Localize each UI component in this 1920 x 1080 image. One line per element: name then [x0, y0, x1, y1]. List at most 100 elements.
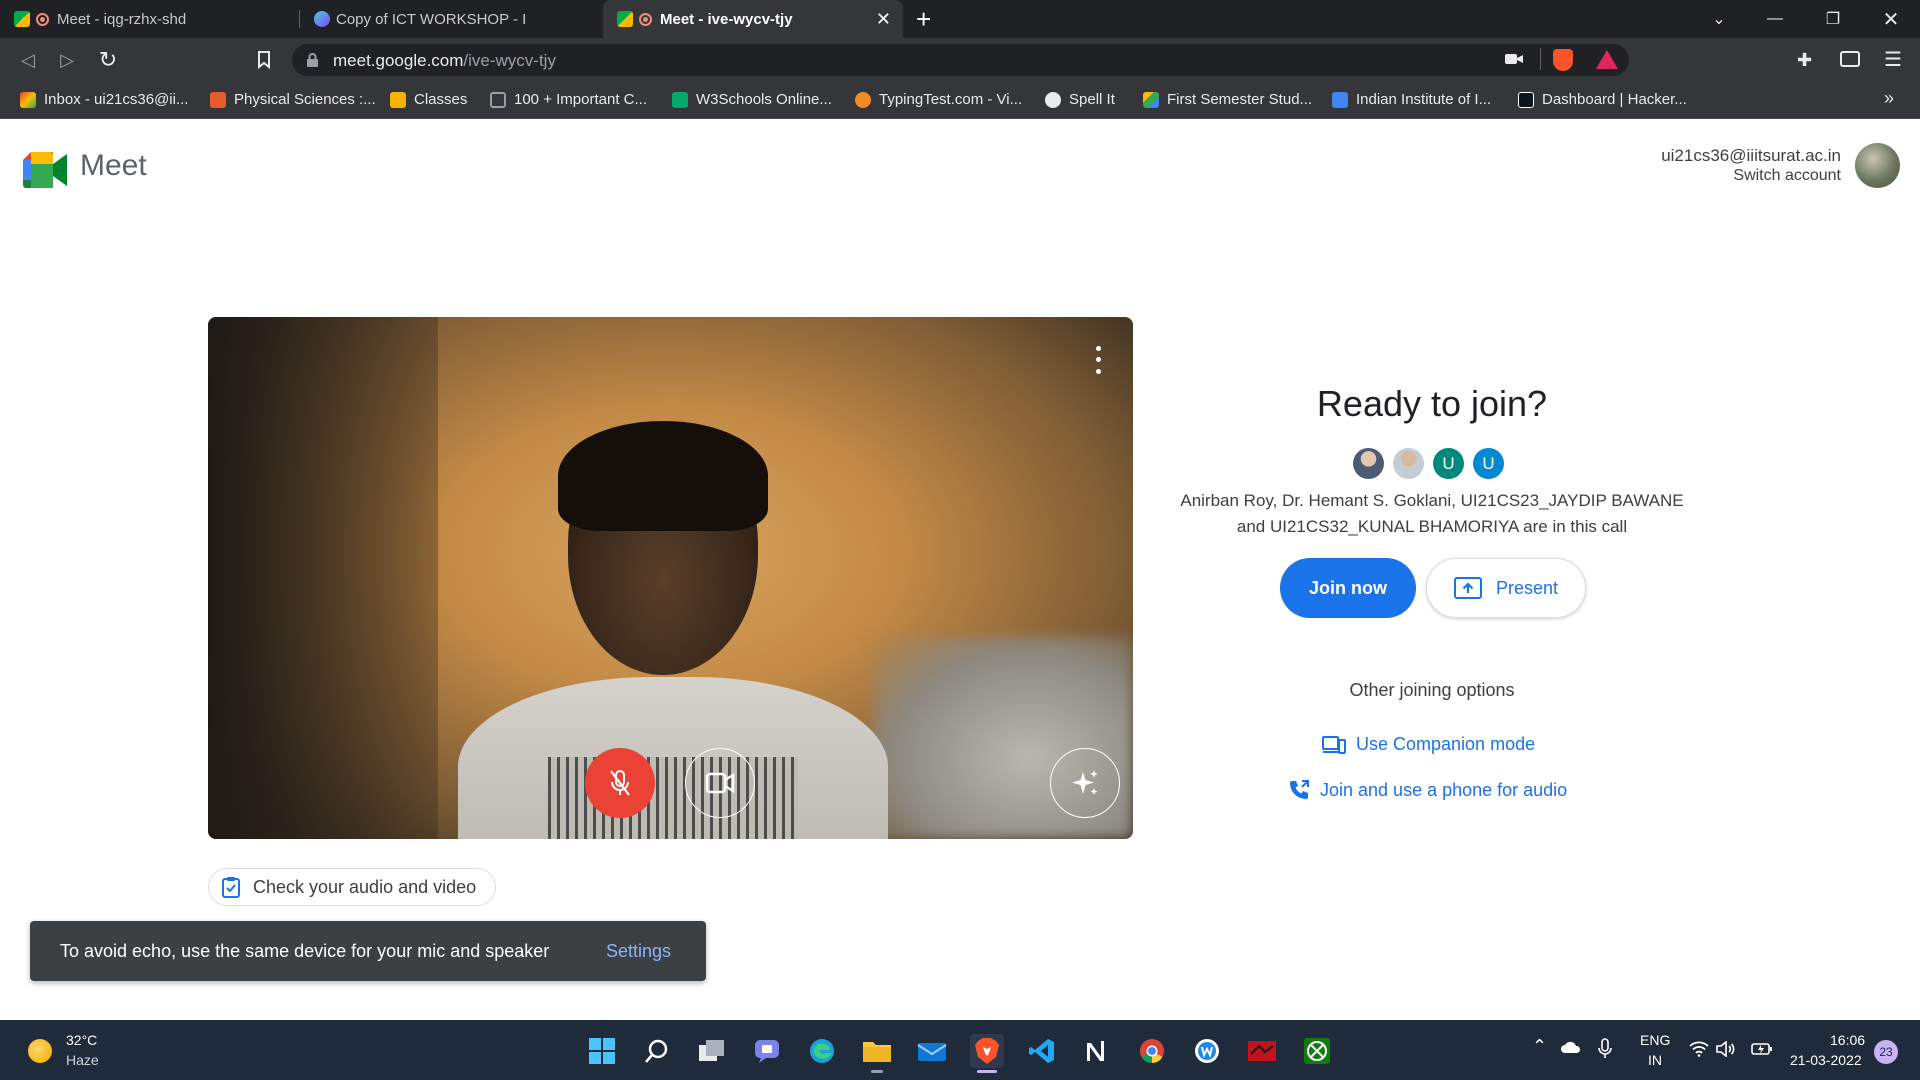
reload-icon[interactable]: ↻: [94, 46, 122, 74]
extensions-icon[interactable]: ✚: [1797, 50, 1812, 71]
video-person: [548, 757, 798, 839]
microphone-icon[interactable]: [1598, 1038, 1612, 1063]
input-language[interactable]: ENG: [1640, 1032, 1670, 1048]
visual-effects-button[interactable]: [1050, 748, 1120, 818]
classroom-icon: [390, 91, 406, 108]
windows-taskbar: [0, 1020, 1920, 1080]
bookmark-page-icon[interactable]: [250, 46, 278, 74]
weather-condition[interactable]: Haze: [66, 1052, 99, 1068]
tab-meet-ive-active[interactable]: Meet - ive-wycv-tjy ✕: [603, 0, 903, 38]
active-app-indicator: [977, 1070, 997, 1073]
new-tab-button[interactable]: +: [916, 4, 931, 35]
spellit-icon: [1045, 91, 1061, 108]
drive-icon: [1143, 91, 1159, 108]
bookmarks-overflow[interactable]: »: [1884, 88, 1894, 109]
echo-warning-toast: To avoid echo, use the same device for y…: [30, 921, 706, 981]
word-app-icon[interactable]: [1190, 1034, 1224, 1068]
companion-mode-link[interactable]: Use Companion mode: [1322, 734, 1535, 755]
bookmark-typingtest[interactable]: TypingTest.com - Vi...: [855, 91, 1022, 108]
bookmark-classes[interactable]: Classes: [390, 91, 467, 108]
tab-ict-workshop[interactable]: Copy of ICT WORKSHOP - I: [300, 0, 600, 38]
chrome-icon[interactable]: [1135, 1034, 1169, 1068]
wallet-icon[interactable]: [1840, 51, 1860, 67]
present-button[interactable]: Present: [1426, 558, 1586, 618]
game-app-icon[interactable]: [1245, 1034, 1279, 1068]
hackerrank-icon: [1518, 91, 1534, 108]
camera-in-use-icon[interactable]: [1505, 52, 1523, 71]
google-meet-icon: [14, 11, 30, 27]
more-options-icon[interactable]: [1088, 343, 1108, 377]
check-audio-video-button[interactable]: Check your audio and video: [208, 868, 497, 906]
bookmark-inbox[interactable]: Inbox - ui21cs36@ii...: [20, 91, 188, 108]
lock-icon[interactable]: [306, 52, 319, 73]
account-avatar[interactable]: [1855, 143, 1900, 188]
weather-temperature[interactable]: 32°C: [66, 1032, 97, 1048]
bookmark-spell-it[interactable]: Spell It: [1045, 91, 1115, 108]
xbox-icon[interactable]: [1300, 1034, 1334, 1068]
back-icon[interactable]: ◁: [14, 46, 42, 74]
edge-icon[interactable]: [805, 1034, 839, 1068]
typingtest-icon: [855, 91, 871, 108]
restore-icon[interactable]: ❐: [1810, 0, 1856, 38]
browser-tab-bar: Meet - iqg-rzhx-shd Copy of ICT WORKSHOP…: [0, 0, 1920, 38]
close-tab-icon[interactable]: ✕: [876, 9, 891, 30]
input-region[interactable]: IN: [1648, 1052, 1662, 1068]
phone-audio-link[interactable]: Join and use a phone for audio: [1288, 779, 1567, 801]
teams-chat-icon[interactable]: [750, 1034, 784, 1068]
brave-browser-icon[interactable]: [970, 1034, 1004, 1068]
camera-icon: [705, 772, 735, 794]
switch-account-link[interactable]: Switch account: [1733, 167, 1841, 185]
bookmark-first-semester[interactable]: First Semester Stud...: [1143, 91, 1312, 108]
w3schools-icon: [672, 91, 688, 108]
bookmark-important[interactable]: 100 + Important C...: [490, 91, 647, 108]
bookmark-physical-sciences[interactable]: Physical Sciences :...: [210, 91, 376, 108]
camera-button[interactable]: [685, 748, 755, 818]
clock-date[interactable]: 21-03-2022: [1790, 1052, 1862, 1068]
mic-off-button[interactable]: [585, 748, 655, 818]
gmail-icon: [20, 91, 36, 108]
weather-sun-icon[interactable]: [28, 1039, 52, 1063]
toast-message: To avoid echo, use the same device for y…: [60, 941, 550, 961]
menu-icon[interactable]: ☰: [1884, 47, 1902, 72]
clock-time[interactable]: 16:06: [1830, 1032, 1865, 1048]
close-window-icon[interactable]: ✕: [1868, 0, 1914, 38]
brave-rewards-icon[interactable]: [1596, 50, 1618, 69]
meet-brand-name[interactable]: Meet: [80, 149, 147, 183]
bookmark-hackerrank[interactable]: Dashboard | Hacker...: [1518, 91, 1687, 108]
vscode-icon[interactable]: [1025, 1034, 1059, 1068]
url-text[interactable]: meet.google.com/ive-wycv-tjy: [333, 51, 556, 71]
recording-icon: [639, 12, 652, 26]
bookmark-folder-icon: [490, 91, 506, 108]
tab-meet-iqg[interactable]: Meet - iqg-rzhx-shd: [0, 0, 298, 38]
mail-icon[interactable]: [915, 1034, 949, 1068]
video-background: [208, 317, 438, 839]
wifi-icon[interactable]: [1689, 1041, 1709, 1060]
bookmark-iiit[interactable]: Indian Institute of I...: [1332, 91, 1491, 108]
volume-icon[interactable]: [1716, 1040, 1736, 1060]
notification-count-badge[interactable]: 23: [1874, 1040, 1898, 1064]
battery-icon[interactable]: [1751, 1041, 1773, 1060]
brave-shields-icon[interactable]: [1553, 49, 1573, 71]
notion-icon[interactable]: [1080, 1034, 1114, 1068]
search-icon[interactable]: [640, 1034, 674, 1068]
forward-icon[interactable]: ▷: [53, 46, 81, 74]
onedrive-icon[interactable]: [1560, 1040, 1582, 1057]
bookmark-site-icon: [210, 91, 226, 108]
omnibox-divider: [1540, 48, 1541, 70]
meet-logo-icon[interactable]: [23, 152, 67, 193]
join-now-button[interactable]: Join now: [1280, 558, 1416, 618]
task-view-icon[interactable]: [695, 1034, 729, 1068]
sparkle-icon: [1072, 770, 1098, 795]
show-hidden-icons-icon[interactable]: ⌃: [1532, 1036, 1547, 1057]
participant-avatar: U: [1473, 448, 1504, 479]
windows-start-icon[interactable]: [585, 1034, 619, 1068]
file-explorer-icon[interactable]: [860, 1034, 894, 1068]
canva-icon: [314, 11, 330, 27]
bookmark-w3schools[interactable]: W3Schools Online...: [672, 91, 832, 108]
ready-to-join-heading: Ready to join?: [1316, 383, 1548, 424]
minimize-icon[interactable]: —: [1752, 0, 1798, 38]
tab-search-icon[interactable]: ⌄: [1696, 0, 1742, 38]
toast-settings-button[interactable]: Settings: [606, 941, 671, 962]
self-video-preview: [208, 317, 1133, 839]
google-meet-icon: [617, 11, 633, 27]
